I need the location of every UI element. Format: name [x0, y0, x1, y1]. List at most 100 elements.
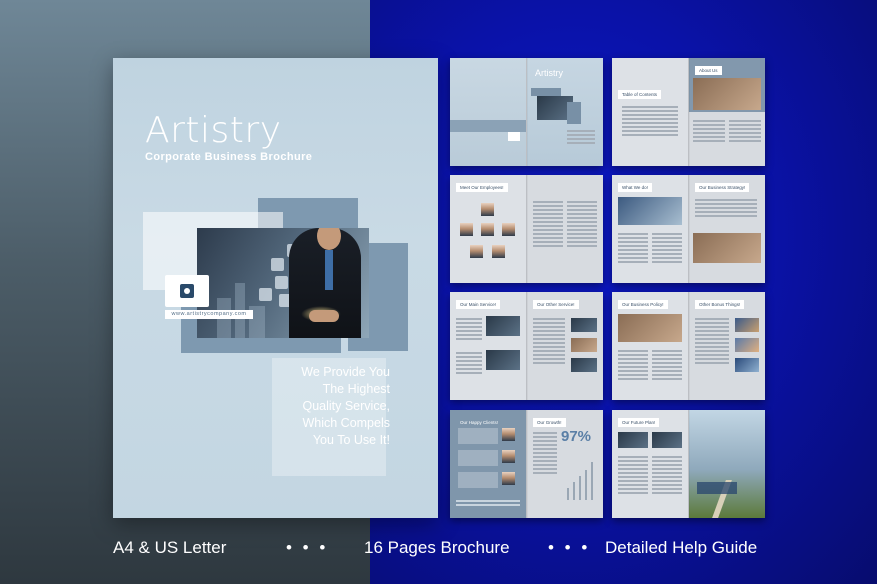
logo-icon [508, 132, 520, 141]
page-text [456, 352, 482, 376]
page-spread-7: Our Happy Clients! Our Growth! 97% [450, 410, 603, 518]
page-text [695, 199, 757, 219]
page-header: About Us [695, 66, 722, 75]
testimonial-box [458, 428, 498, 444]
tagline-line: Quality Service, [302, 399, 390, 413]
page-image [735, 338, 759, 352]
employee-photo [502, 223, 515, 236]
page-text [652, 233, 682, 265]
growth-bar [585, 470, 587, 500]
page-right: About Us [689, 58, 765, 166]
page-spread-2: Table of Contents About Us [612, 58, 765, 166]
employee-photo [492, 245, 505, 258]
tagline-line: The Highest [322, 382, 390, 396]
page-right: Other Bonus Things! [689, 292, 765, 400]
client-photo [502, 472, 515, 485]
feature-page-count: 16 Pages Brochure [364, 538, 510, 557]
page-spread-1: Artistry [450, 58, 603, 166]
employee-photo [470, 245, 483, 258]
page-text [693, 120, 725, 144]
client-photo [502, 428, 515, 441]
growth-bar [579, 476, 581, 500]
growth-percentage: 97% [561, 428, 592, 445]
page-spread-8: Our Future Plan! [612, 410, 765, 518]
page-text [652, 456, 682, 496]
brochure-cover: Artistry Corporate Business Brochure www… [113, 58, 438, 518]
page-image [735, 318, 759, 332]
page-header: Other Bonus Things! [695, 300, 745, 309]
page-header: Meet Our Employees! [456, 183, 508, 192]
page-text [456, 318, 482, 342]
page-header: Our Other Service! [533, 300, 579, 309]
page-text [533, 201, 563, 249]
page-right: Our Other Service! [527, 292, 603, 400]
page-header: Our Growth! [533, 418, 566, 427]
page-spread-3: Meet Our Employees! [450, 175, 603, 283]
page-text [533, 432, 557, 476]
employee-photo [481, 223, 494, 236]
page-left [450, 58, 526, 166]
employee-photo [460, 223, 473, 236]
team-photo [693, 78, 761, 110]
page-spread-5: Our Main Service! Our Other Service! [450, 292, 603, 400]
chat-icon [275, 276, 288, 289]
page-image [652, 432, 682, 448]
page-header: What We do! [618, 183, 652, 192]
feature-help-guide: Detailed Help Guide [605, 538, 758, 557]
page-right: Our Business Strategy! [689, 175, 765, 283]
spread-title: Artistry [535, 68, 563, 78]
page-text [618, 456, 648, 496]
growth-bar [567, 488, 569, 500]
page-left: Table of Contents [612, 58, 688, 166]
page-header: Table of Contents [618, 90, 662, 99]
page-text [567, 130, 595, 146]
page-right: Our Growth! 97% [527, 410, 603, 518]
page-right: Artistry [527, 58, 603, 166]
team-photo [693, 233, 761, 263]
page-spread-4: What We do! Our Business Strategy! [612, 175, 765, 283]
page-image [486, 350, 520, 370]
cover-photo-businessman [197, 228, 369, 338]
cover-tagline: We Provide You The Highest Quality Servi… [250, 364, 390, 449]
cover-subtitle: Corporate Business Brochure [145, 151, 313, 163]
employee-photo [481, 203, 494, 216]
page-image [571, 338, 597, 352]
page-header: Our Business Strategy! [695, 183, 750, 192]
page-header: Our Main Service! [456, 300, 501, 309]
page-right-landscape [689, 410, 765, 518]
separator-dots: • • • [548, 538, 591, 557]
company-logo [165, 275, 209, 307]
logo-icon [180, 284, 194, 298]
page-band [567, 102, 581, 124]
page-text [618, 233, 648, 265]
page-text [729, 120, 761, 144]
page-header: Our Business Policy! [618, 300, 668, 309]
page-text [695, 318, 729, 366]
tagline-line: We Provide You [301, 365, 390, 379]
page-text [456, 500, 520, 508]
client-photo [502, 450, 515, 463]
page-text [622, 106, 678, 138]
page-left: Meet Our Employees! [450, 175, 526, 283]
page-image [618, 432, 648, 448]
page-image [735, 358, 759, 372]
page-text [533, 318, 565, 366]
page-image [571, 318, 597, 332]
caption-box [697, 482, 737, 494]
page-left: What We do! [612, 175, 688, 283]
company-url: www.artistrycompany.com [165, 310, 253, 319]
testimonial-box [458, 450, 498, 466]
page-left: Our Main Service! [450, 292, 526, 400]
app-icon [259, 288, 272, 301]
growth-bar [573, 482, 575, 500]
page-left: Our Future Plan! [612, 410, 688, 518]
testimonial-box [458, 472, 498, 488]
feature-paper-size: A4 & US Letter [113, 538, 227, 557]
page-band [531, 88, 561, 96]
team-photo [618, 314, 682, 342]
growth-bar [591, 462, 593, 500]
page-left: Our Happy Clients! [450, 410, 526, 518]
page-image [618, 197, 682, 225]
businessman-tie [325, 250, 333, 290]
page-header: Our Future Plan! [618, 418, 660, 427]
